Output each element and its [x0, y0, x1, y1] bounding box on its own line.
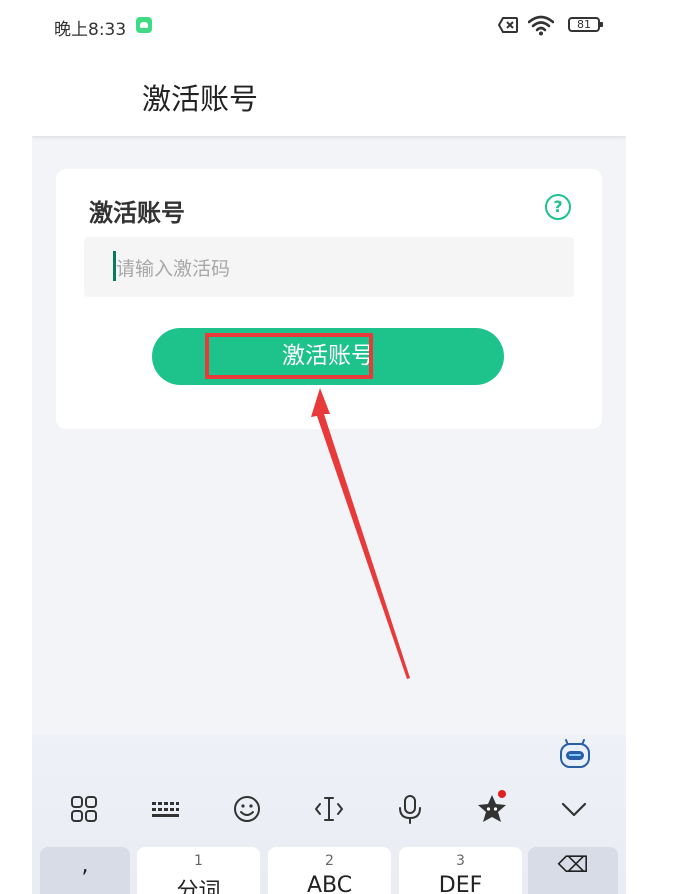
cursor-icon[interactable] [313, 793, 345, 825]
emoji-icon[interactable] [231, 793, 263, 825]
status-time: 晚上8:33 [54, 20, 127, 40]
key-number: 3 [456, 853, 465, 869]
ad-star-icon[interactable] [476, 790, 508, 825]
keyboard-toolbar [32, 790, 626, 829]
activation-code-input[interactable]: 请输入激活码 [84, 237, 574, 297]
battery-icon: 81 [568, 17, 603, 32]
key-label: , [81, 853, 89, 878]
grid-apps-icon[interactable] [68, 793, 100, 825]
android-icon [136, 17, 152, 33]
activate-button[interactable]: 激活账号 [152, 328, 504, 385]
keyboard-icon[interactable] [149, 793, 181, 825]
sim-off-icon [498, 17, 518, 33]
key-number: 1 [194, 853, 203, 869]
key-label: ABC [306, 873, 353, 894]
key-punctuation[interactable]: , [40, 847, 130, 894]
microphone-icon[interactable] [394, 793, 426, 825]
help-icon[interactable]: ? [545, 194, 571, 220]
wifi-icon [528, 15, 554, 36]
key-label: DEF [438, 873, 483, 894]
activation-card: 激活账号 ? 请输入激活码 激活账号 [56, 169, 602, 429]
input-placeholder: 请输入激活码 [116, 258, 231, 280]
key-label: 分词 [176, 879, 221, 894]
card-title: 激活账号 [89, 199, 185, 227]
status-bar: 晚上8:33 81 [32, 0, 626, 52]
notification-dot [498, 790, 506, 798]
key-2[interactable]: 2 ABC [268, 847, 391, 894]
key-number: 2 [325, 853, 334, 869]
app-bar: 激活账号 [32, 52, 626, 136]
mascot-icon[interactable] [559, 739, 591, 769]
chevron-down-icon[interactable] [558, 793, 590, 825]
backspace-icon: ⌫ [557, 853, 589, 878]
key-3[interactable]: 3 DEF [399, 847, 522, 894]
key-1[interactable]: 1 分词 [137, 847, 260, 894]
page-title: 激活账号 [142, 82, 259, 116]
phone-screen: 晚上8:33 81 激活账号 激活账号 ? 请输入激活码 激活账号 , 1 分词… [32, 0, 626, 894]
backspace-key[interactable]: ⌫ [528, 847, 618, 894]
